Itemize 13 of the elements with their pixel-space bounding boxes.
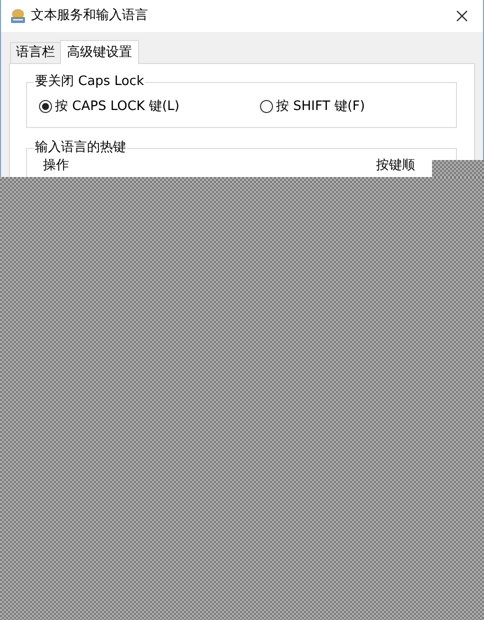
radio-button[interactable] (39, 100, 52, 114)
tab[interactable]: 语言栏 (10, 42, 61, 63)
column-header: 操作 (43, 158, 69, 174)
radio-option[interactable]: 按 CAPS LOCK 键(L) (39, 97, 260, 116)
window-title: 文本服务和输入语言 (31, 7, 148, 26)
keyboard-globe-icon (10, 8, 26, 24)
group-title: 要关闭 Caps Lock (34, 74, 145, 90)
radio-button[interactable] (260, 100, 273, 114)
close-icon (456, 10, 468, 22)
radio-option[interactable]: 按 SHIFT 键(F) (260, 97, 365, 116)
column-header: 按键顺 (376, 158, 416, 174)
tab[interactable]: 高级键设置 (60, 40, 139, 64)
group-title: 输入语言的热键 (34, 140, 127, 156)
